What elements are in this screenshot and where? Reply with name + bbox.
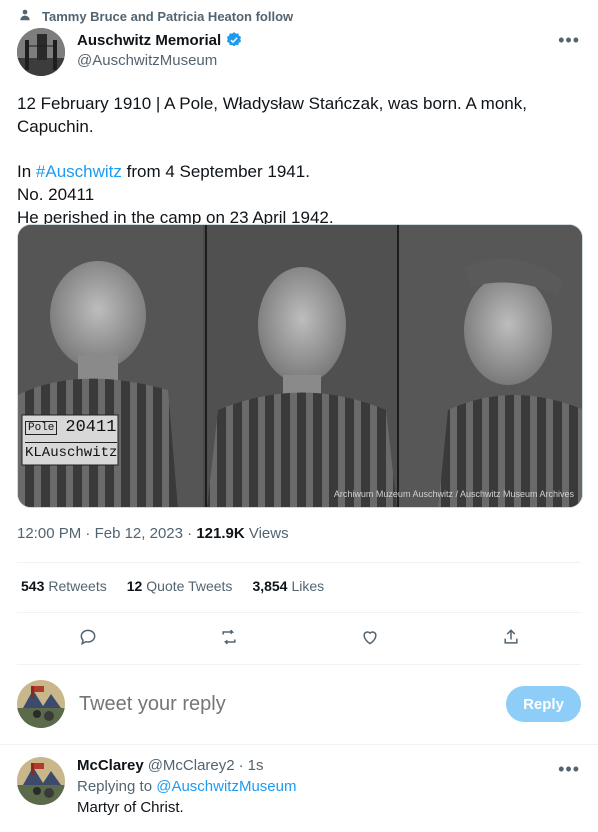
- tweet-line-2: Capuchin.: [17, 117, 94, 136]
- placard-pole: Pole: [25, 420, 58, 435]
- author-avatar[interactable]: [17, 28, 65, 76]
- placard-number: 20411: [65, 418, 117, 437]
- reply-text: Martyr of Christ.: [77, 799, 184, 816]
- tweet-photo[interactable]: Pole 20411 KLAuschwitz Archiwum Muzeum A…: [17, 224, 583, 508]
- more-options-icon[interactable]: •••: [558, 30, 580, 51]
- retweets-stat[interactable]: 543 Retweets: [21, 578, 107, 594]
- reply-composer: Reply: [17, 680, 581, 728]
- tweet-author: Auschwitz Memorial @AuschwitzMuseum •••: [17, 28, 582, 78]
- tweet-text: 12 February 1910 | A Pole, Władysław Sta…: [17, 92, 577, 229]
- replying-to-handle[interactable]: @AuschwitzMuseum: [156, 778, 296, 795]
- replying-to: Replying to @AuschwitzMuseum: [77, 778, 297, 795]
- user-avatar[interactable]: [17, 680, 65, 728]
- reply-more-options-icon[interactable]: •••: [558, 759, 580, 780]
- reply-author-handle[interactable]: @McClarey2: [148, 757, 235, 774]
- reply-time[interactable]: 1s: [248, 757, 264, 774]
- author-name[interactable]: Auschwitz Memorial: [77, 32, 221, 49]
- share-icon[interactable]: [491, 622, 531, 652]
- reply-button[interactable]: Reply: [506, 686, 581, 722]
- author-handle[interactable]: @AuschwitzMuseum: [77, 52, 243, 69]
- tweet-date[interactable]: Feb 12, 2023: [95, 525, 183, 542]
- reply-author-name[interactable]: McClarey: [77, 757, 144, 774]
- quote-tweets-stat[interactable]: 12 Quote Tweets: [127, 578, 233, 594]
- tweet-meta: 12:00 PM · Feb 12, 2023 · 121.9K Views: [17, 525, 289, 542]
- tweet-line-1: 12 February 1910 | A Pole, Władysław Sta…: [17, 94, 527, 113]
- reply-icon[interactable]: [68, 622, 108, 652]
- placard-camp: KLAuschwitz: [25, 442, 117, 461]
- tweet-stats: 543 Retweets 12 Quote Tweets 3,854 Likes: [21, 578, 324, 594]
- likes-stat[interactable]: 3,854 Likes: [252, 578, 324, 594]
- divider: [0, 744, 598, 745]
- verified-badge-icon: [225, 31, 243, 49]
- social-context[interactable]: Tammy Bruce and Patricia Heaton follow: [18, 8, 293, 25]
- tweet-actions: [17, 622, 581, 652]
- tweet-line-4: No. 20411: [17, 185, 95, 204]
- tweet-line-3: In #Auschwitz from 4 September 1941.: [17, 162, 310, 181]
- tweet-time[interactable]: 12:00 PM: [17, 525, 81, 542]
- like-icon[interactable]: [350, 622, 390, 652]
- person-icon: [18, 8, 32, 25]
- views-label: Views: [248, 525, 289, 542]
- reply-tweet[interactable]: McClarey @McClarey2 · 1s Replying to @Au…: [17, 757, 582, 827]
- hashtag-link[interactable]: #Auschwitz: [36, 162, 122, 181]
- retweet-icon[interactable]: [209, 622, 249, 652]
- views-count: 121.9K: [196, 525, 245, 542]
- reply-input[interactable]: [79, 692, 506, 716]
- divider: [17, 612, 581, 613]
- divider: [17, 562, 581, 563]
- reply-avatar[interactable]: [17, 757, 65, 805]
- photo-watermark: Archiwum Muzeum Auschwitz / Auschwitz Mu…: [333, 489, 574, 499]
- divider: [17, 664, 581, 665]
- social-context-text: Tammy Bruce and Patricia Heaton follow: [42, 9, 294, 24]
